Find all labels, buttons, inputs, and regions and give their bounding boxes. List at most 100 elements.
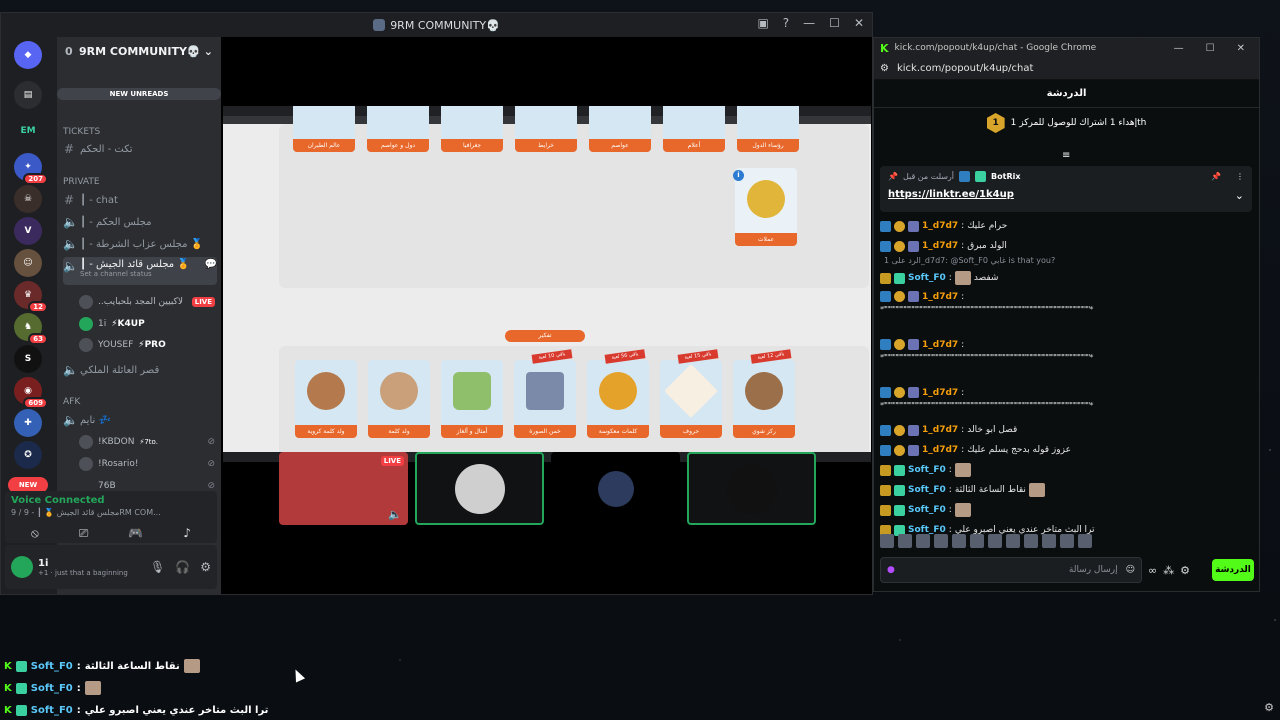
voice-user[interactable]: ..لاكبيين المجد بلحبايب LIVE: [79, 293, 215, 311]
chat-message[interactable]: 1_d7d7: *""""""""""""""""""""""""""""""""…: [880, 336, 1252, 384]
chat-message[interactable]: Soft_F0:: [880, 500, 1252, 520]
channel-police[interactable]: 🔈 ┃ - مجلس عزاب الشرطة 🏅: [63, 235, 217, 253]
chat-username[interactable]: Soft_F0: [908, 505, 946, 515]
server-icon[interactable]: ✚: [14, 409, 42, 437]
server-icon[interactable]: S: [14, 345, 42, 373]
server-icon[interactable]: ♞ 63: [14, 313, 48, 345]
chat-message[interactable]: 1_d7d7: عزوز قوله بدحج يسلم عليك: [880, 440, 1252, 460]
participant-tile[interactable]: [687, 452, 816, 525]
sub-goal-banner[interactable]: 1 إهداء 1 اشتراك للوصول للمركز 1th: [874, 108, 1259, 138]
maximize-icon[interactable]: ☐: [1206, 43, 1215, 54]
voice-user[interactable]: YOUSEF ⚡PRO: [79, 336, 215, 354]
channel-judge[interactable]: 🔈 ┃ - مجلس الحكم: [63, 213, 217, 231]
address-bar[interactable]: ⚙ kick.com/popout/k4up/chat: [874, 58, 1259, 80]
set-status-link[interactable]: Set a channel status: [80, 270, 190, 278]
headphones-icon[interactable]: 🎧: [175, 560, 190, 574]
users-icon[interactable]: ⁂: [1163, 564, 1174, 577]
url-text[interactable]: kick.com/popout/k4up/chat: [897, 63, 1033, 74]
server-icon-active[interactable]: ◆: [14, 41, 42, 69]
close-icon[interactable]: ✕: [854, 16, 864, 30]
emote-button[interactable]: [988, 534, 1002, 548]
server-icon[interactable]: ☠: [14, 185, 42, 213]
channel-chat[interactable]: # ┃ - chat: [63, 191, 217, 209]
chat-bubble-icon[interactable]: 💬: [205, 259, 217, 270]
emote-button[interactable]: [1078, 534, 1092, 548]
emote-button[interactable]: [970, 534, 984, 548]
minimize-icon[interactable]: —: [803, 16, 815, 30]
channel-afk[interactable]: 🔈 نايم 💤: [63, 411, 217, 429]
more-options-icon[interactable]: ⋮: [1236, 172, 1244, 181]
maximize-icon[interactable]: ☐: [829, 16, 840, 30]
emoji-icon[interactable]: ☺: [1126, 565, 1135, 575]
emote-button[interactable]: [1060, 534, 1074, 548]
channel-royal[interactable]: 🔈 قصر العائلة الملكي: [63, 361, 217, 379]
chat-message[interactable]: 1_d7d7: قصل ابو خالد: [880, 420, 1252, 440]
chat-username[interactable]: 1_d7d7: [922, 340, 958, 350]
collapse-icon[interactable]: ≡: [1062, 150, 1070, 161]
voice-user[interactable]: 1i ⚡K4UP: [79, 315, 215, 333]
emote-button[interactable]: [1006, 534, 1020, 548]
chat-message[interactable]: 1_d7d7: حرام عليك: [880, 216, 1252, 236]
server-icon[interactable]: EM: [14, 117, 42, 145]
category-afk[interactable]: AFK: [63, 397, 80, 407]
chat-username[interactable]: 1_d7d7: [922, 388, 958, 398]
settings-gear-icon[interactable]: ⚙: [200, 560, 211, 574]
site-info-icon[interactable]: ⚙: [880, 63, 889, 74]
chevron-down-icon[interactable]: ⌄: [1235, 189, 1244, 202]
inbox-icon[interactable]: ▣: [757, 16, 768, 30]
server-icon[interactable]: ✦ 207: [14, 153, 48, 185]
chat-username[interactable]: 1_d7d7: [922, 445, 958, 455]
emote-button[interactable]: [1024, 534, 1038, 548]
voice-user[interactable]: !KBDON ⚡7to. ⊘: [79, 433, 215, 451]
chat-message[interactable]: Soft_F0: نقاط الساعة الثالثة: [880, 480, 1252, 500]
server-icon[interactable]: ☺: [14, 249, 42, 277]
screen-share-view[interactable]: عالم الطيران دول و عواصم جغرافيا خرايط ع…: [223, 106, 871, 462]
screen-share-icon[interactable]: ⎚: [79, 526, 89, 541]
participant-tile[interactable]: [415, 452, 544, 525]
chat-username[interactable]: 1_d7d7: [922, 241, 958, 251]
chat-input[interactable]: ● إرسال رسالة ☺: [880, 557, 1142, 583]
server-icon[interactable]: ♛ 12: [14, 281, 48, 313]
chat-username[interactable]: Soft_F0: [908, 465, 946, 475]
help-icon[interactable]: ?: [783, 16, 789, 30]
chat-message[interactable]: 1_d7d7: *""""""""""""""""""""""""""""""""…: [880, 288, 1252, 336]
chat-username[interactable]: Soft_F0: [908, 485, 946, 495]
new-unreads-banner[interactable]: NEW UNREADS: [57, 88, 221, 100]
chat-username[interactable]: 1_d7d7: [922, 221, 958, 231]
emote-button[interactable]: [952, 534, 966, 548]
category-private[interactable]: Private: [63, 177, 100, 187]
chat-rules-icon[interactable]: ∞: [1148, 564, 1157, 577]
pinned-link[interactable]: https://linktr.ee/1k4up: [888, 189, 1014, 202]
category-tickets[interactable]: TICKETS: [63, 127, 100, 137]
server-icon[interactable]: ◉ 609: [14, 377, 48, 409]
pin-toggle-icon[interactable]: 📌: [1211, 172, 1221, 181]
voice-user[interactable]: !Rosario! ⊘: [79, 455, 215, 473]
minimize-icon[interactable]: —: [1174, 43, 1184, 54]
microphone-icon[interactable]: 🎙: [150, 560, 165, 574]
pinned-user[interactable]: BotRix: [991, 172, 1020, 181]
chat-username[interactable]: Soft_F0: [908, 273, 946, 283]
settings-gear-icon[interactable]: ⚙: [1180, 564, 1190, 577]
chat-message[interactable]: 1_d7d7: الولد مبرق: [880, 236, 1252, 256]
emote-button[interactable]: [1042, 534, 1056, 548]
chat-message[interactable]: Soft_F0: شفصد: [880, 268, 1252, 288]
participant-tile[interactable]: [551, 452, 680, 525]
microphone-icon[interactable]: ●: [887, 565, 895, 575]
voice-connected-label[interactable]: Voice Connected: [11, 495, 211, 506]
reply-preview[interactable]: الرد على 1_d7d7: @Soft_F0 غابي is that y…: [880, 256, 1252, 268]
channel-army-active[interactable]: 🔈 ┃ - مجلس قائد الجيش 🏅 Set a channel st…: [63, 257, 217, 285]
emote-button[interactable]: [880, 534, 894, 548]
stream-tile[interactable]: LIVE 🔈: [279, 452, 408, 525]
guild-header[interactable]: 0 9RM COMMUNITY💀 ⌄: [57, 37, 221, 65]
soundboard-icon[interactable]: ♪: [183, 526, 191, 541]
activity-icon[interactable]: 🎮: [128, 526, 143, 541]
chat-message[interactable]: Soft_F0:: [880, 460, 1252, 480]
voice-channel-path[interactable]: 9 / مجلس قائد الجيش 🏅 ┃ - 9RM COM...: [11, 508, 211, 517]
chat-username[interactable]: 1_d7d7: [922, 292, 958, 302]
avatar[interactable]: [11, 556, 33, 578]
server-icon[interactable]: ✪: [14, 441, 42, 469]
camera-off-icon[interactable]: ⦸: [31, 526, 39, 541]
send-chat-button[interactable]: الدردشة: [1212, 559, 1254, 581]
close-icon[interactable]: ✕: [1237, 43, 1245, 54]
server-icon[interactable]: V: [14, 217, 42, 245]
